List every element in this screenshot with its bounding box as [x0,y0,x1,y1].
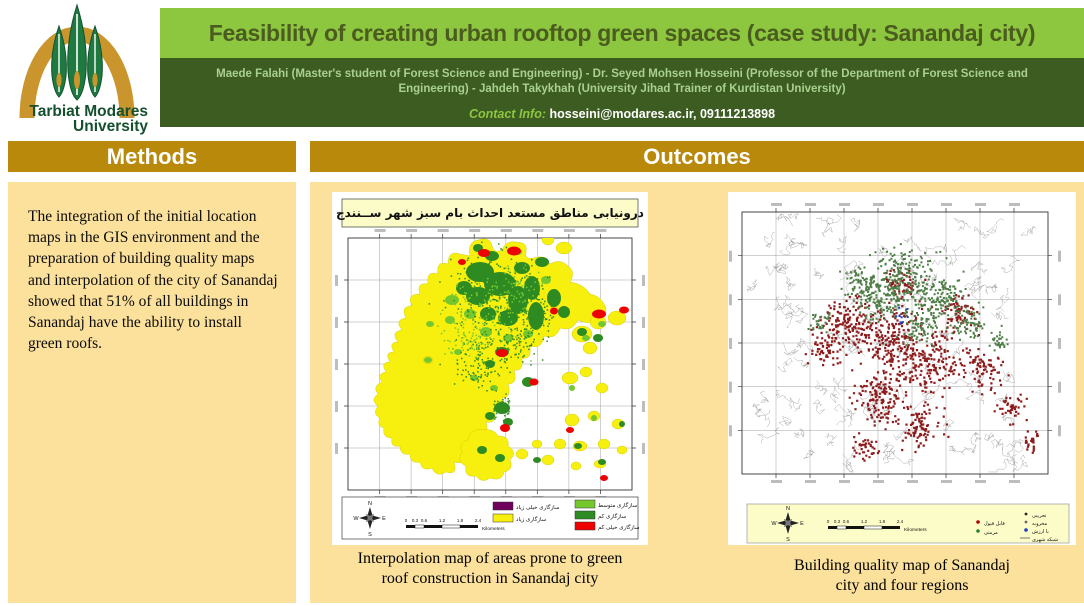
svg-text:S: S [786,537,790,543]
svg-text:با ارزش: با ارزش [1032,529,1049,535]
svg-text:2.4: 2.4 [897,519,904,524]
svg-text:سازگاری متوسط: سازگاری متوسط [598,502,638,509]
svg-text:0.6: 0.6 [421,518,428,523]
svg-text:1.8: 1.8 [457,518,464,523]
svg-text:مخروبه: مخروبه [1032,521,1047,527]
methods-paragraph: The integration of the initial location … [28,206,280,355]
svg-text:سازگاری زیاد: سازگاری زیاد [516,516,547,523]
map2-legend: N S W E 0 0.3 0.6 1.2 1.8 2.4 [747,504,1069,543]
university-logo: Tarbiat Modares University [0,0,160,140]
methods-heading: Methods [107,144,197,170]
svg-text:1.2: 1.2 [439,518,446,523]
svg-text:W: W [771,521,777,527]
map1-thematic-layer [374,235,629,481]
svg-text:0.6: 0.6 [843,519,850,524]
svg-text:E: E [800,521,804,527]
svg-text:N: N [786,506,790,512]
svg-text:N: N [368,501,372,507]
map1-legend: N S W E 0 0.3 0.6 1.2 1.8 2. [342,497,640,539]
svg-text:شبکه شهری: شبکه شهری [1032,537,1058,543]
outcomes-panel: درونیابی مناطق مستعد احداث بام سبز شهر س… [310,182,1084,603]
contact-value: hosseini@modares.ac.ir, 09111213898 [550,107,776,121]
map2-grid [729,203,1061,483]
poster-title-band: Feasibility of creating urban rooftop gr… [160,8,1084,58]
svg-text:0.3: 0.3 [834,519,841,524]
svg-text:W: W [353,516,359,522]
svg-text:تخریبی: تخریبی [1032,513,1047,519]
tmu-logo-icon: Tarbiat Modares University [0,0,160,140]
svg-text:قابل قبول: قابل قبول [984,521,1005,527]
methods-header-bar: Methods [8,141,296,172]
svg-text:سازگاری خیلی زیاد: سازگاری خیلی زیاد [516,504,560,511]
svg-text:2.4: 2.4 [475,518,482,523]
poster-page: { "header": { "logo": {"line1": "Tarbiat… [0,0,1084,606]
svg-text:1.8: 1.8 [879,519,886,524]
svg-text:Kilometers: Kilometers [904,527,927,533]
authors-band: Maede Falahi (Master's student of Forest… [160,58,1084,127]
interpolation-map-figure: درونیابی مناطق مستعد احداث بام سبز شهر س… [332,192,648,545]
methods-panel: The integration of the initial location … [8,182,296,603]
svg-text:1.2: 1.2 [861,519,868,524]
contact-label: Contact Info: [469,107,546,121]
svg-text:S: S [368,532,372,538]
map1-title-fa: درونیابی مناطق مستعد احداث بام سبز شهر س… [336,206,644,221]
outcomes-header-bar: Outcomes [310,141,1084,172]
svg-text:سازگاری کم: سازگاری کم [598,513,627,520]
authors-line: Maede Falahi (Master's student of Forest… [182,67,1062,97]
svg-text:0.3: 0.3 [412,518,419,523]
svg-text:مرمتی: مرمتی [984,530,998,536]
interpolation-map-caption: Interpolation map of areas prone to gree… [320,549,660,589]
svg-text:سازگاری خیلی کم: سازگاری خیلی کم [598,524,640,531]
poster-title: Feasibility of creating urban rooftop gr… [209,20,1036,47]
logo-text-line2: University [73,118,148,135]
svg-text:Kilometers: Kilometers [482,526,505,532]
building-quality-map-figure: N S W E 0 0.3 0.6 1.2 1.8 2.4 [728,192,1076,545]
contact-line: Contact Info: hosseini@modares.ac.ir, 09… [160,107,1084,121]
outcomes-heading: Outcomes [643,144,751,170]
building-quality-map-caption: Building quality map of Sanandaj city an… [728,556,1076,596]
svg-text:E: E [382,516,386,522]
